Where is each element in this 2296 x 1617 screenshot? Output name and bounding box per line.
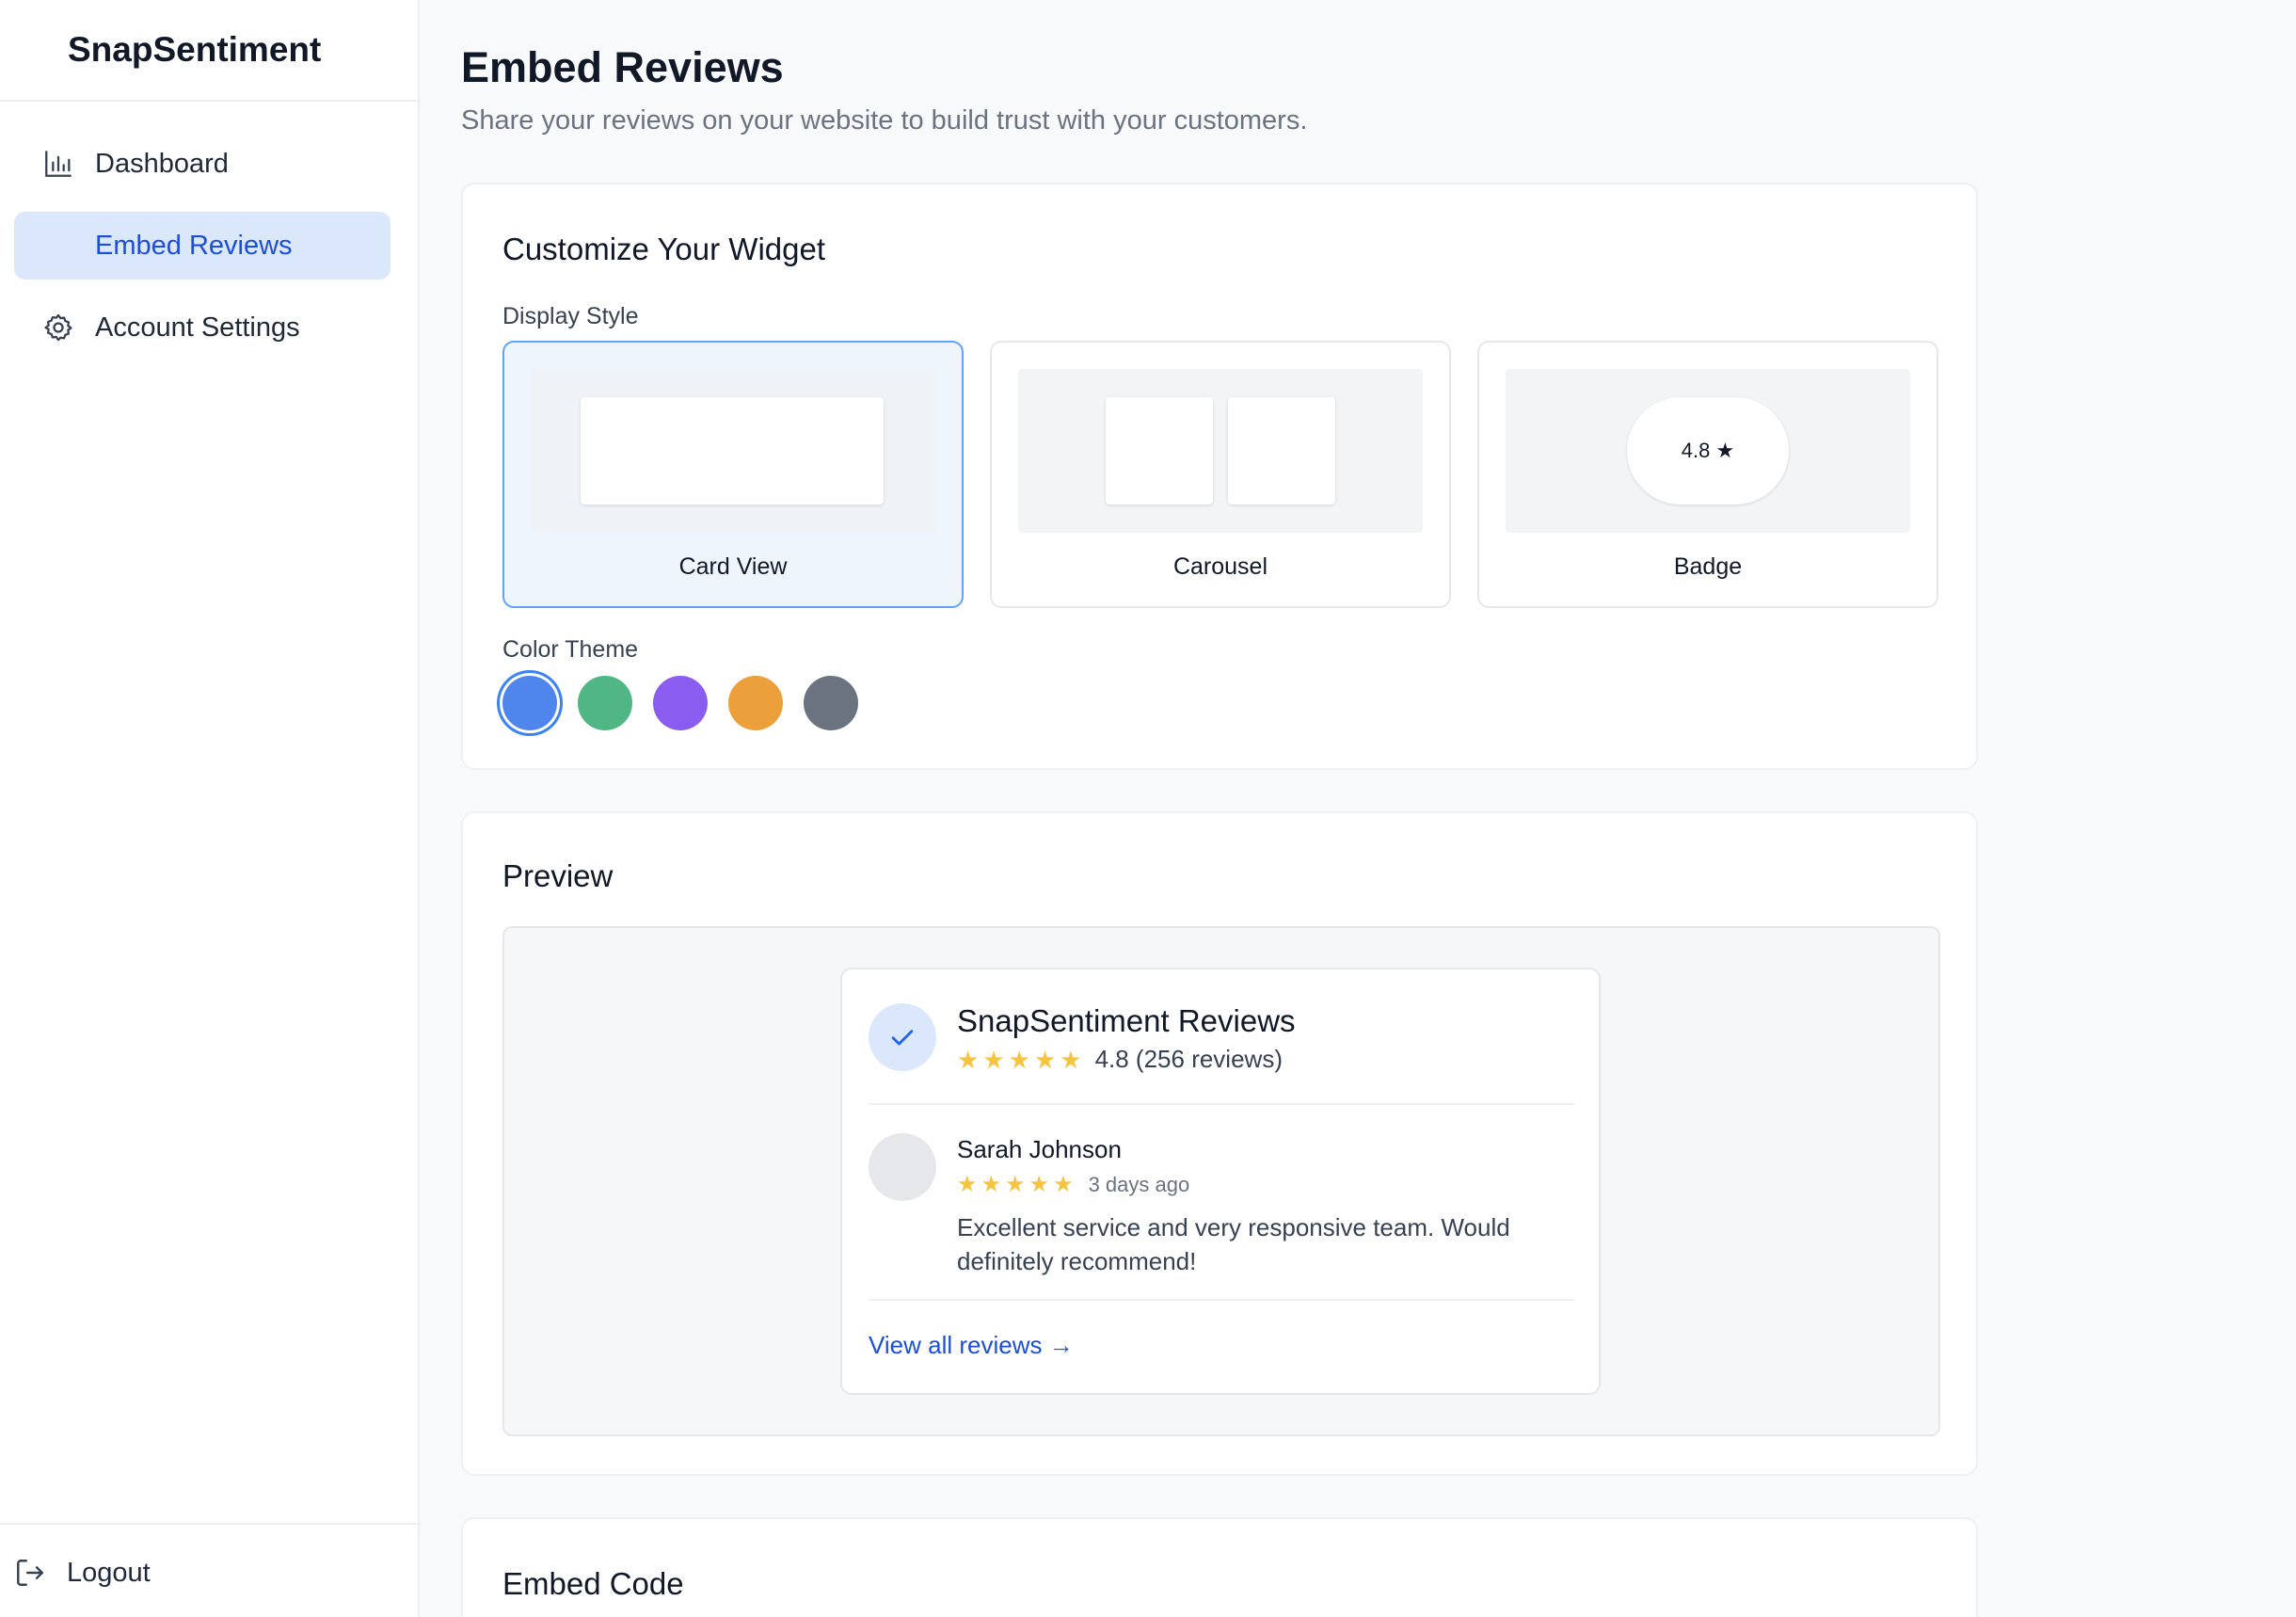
sidebar-item-label: Dashboard <box>95 148 229 179</box>
review-meta: ★ ★ ★ ★ ★ 3 days ago <box>957 1173 1189 1197</box>
badge-thumbnail: 4.8 ★ <box>1506 369 1910 533</box>
style-option-card-view[interactable]: Card View <box>502 341 964 608</box>
verified-badge <box>869 1003 936 1071</box>
color-swatch-orange[interactable] <box>728 676 783 730</box>
logout-button[interactable]: Logout <box>14 1557 151 1589</box>
color-swatch-blue[interactable] <box>502 676 557 730</box>
star-icon: ★ <box>957 1172 978 1197</box>
reviewer-name: Sarah Johnson <box>957 1135 1122 1163</box>
thumbnail-card <box>1228 397 1335 504</box>
color-theme-label: Color Theme <box>502 636 639 663</box>
style-option-label: Badge <box>1673 553 1743 580</box>
color-swatch-green[interactable] <box>578 676 632 730</box>
widget-title: SnapSentiment Reviews <box>957 1003 1296 1038</box>
overall-rating: ★ ★ ★ ★ ★ 4.8 (256 reviews) <box>957 1045 1283 1074</box>
customize-widget-card: Customize Your Widget Display Style Card… <box>461 183 1978 770</box>
preview-card: Preview SnapSentiment Reviews ★ ★ ★ ★ ★ 4.8 … <box>461 811 1978 1476</box>
star-icon: ★ <box>1008 1045 1030 1074</box>
style-option-carousel[interactable]: Carousel <box>990 341 1451 608</box>
color-swatches <box>502 676 858 730</box>
thumbnail-card <box>581 397 884 504</box>
star-icon: ★ <box>982 1045 1005 1074</box>
star-icon: ★ <box>1053 1172 1074 1197</box>
page-subtitle: Share your reviews on your website to bu… <box>461 105 1308 136</box>
star-rating: ★ ★ ★ ★ ★ <box>957 1174 1074 1196</box>
star-icon: ★ <box>1028 1172 1050 1197</box>
star-icon: ★ <box>1060 1045 1082 1074</box>
review-text: Excellent service and very responsive te… <box>957 1213 1510 1275</box>
page-title: Embed Reviews <box>461 43 784 91</box>
sidebar-item-label: Account Settings <box>95 312 300 343</box>
rating-summary: 4.8 (256 reviews) <box>1094 1045 1283 1073</box>
star-icon: ★ <box>957 1045 980 1074</box>
style-option-label: Card View <box>678 553 788 580</box>
carousel-thumbnail <box>1018 369 1423 533</box>
card-view-thumbnail <box>531 369 935 533</box>
display-style-label: Display Style <box>502 303 639 329</box>
embed-code-card: Embed Code <box>461 1517 1978 1617</box>
style-option-badge[interactable]: 4.8 ★ Badge <box>1477 341 1938 608</box>
customize-title: Customize Your Widget <box>502 232 826 266</box>
logout-icon <box>17 1560 43 1586</box>
avatar <box>869 1133 936 1201</box>
sidebar-item-account-settings[interactable]: Account Settings <box>14 294 391 361</box>
sidebar-nav: Dashboard Embed Reviews Account Settings <box>0 102 418 361</box>
star-rating: ★ ★ ★ ★ ★ <box>957 1048 1082 1072</box>
sidebar: SnapSentiment Dashboard Embed Reviews Ac… <box>0 0 420 1617</box>
thumbnail-card <box>1106 397 1213 504</box>
style-option-label: Carousel <box>1172 553 1268 580</box>
divider <box>869 1103 1574 1105</box>
check-icon <box>891 1030 914 1046</box>
sidebar-item-embed-reviews[interactable]: Embed Reviews <box>14 212 391 280</box>
divider <box>869 1299 1574 1301</box>
sidebar-footer: Logout <box>0 1523 420 1617</box>
preview-area: SnapSentiment Reviews ★ ★ ★ ★ ★ 4.8 (256 rev… <box>502 926 1940 1436</box>
review-widget: SnapSentiment Reviews ★ ★ ★ ★ ★ 4.8 (256 rev… <box>840 968 1601 1395</box>
logout-label: Logout <box>67 1557 151 1588</box>
review-date: 3 days ago <box>1088 1173 1190 1196</box>
color-swatch-purple[interactable] <box>653 676 708 730</box>
color-swatch-gray[interactable] <box>804 676 858 730</box>
view-all-reviews-link[interactable]: View all reviews → <box>869 1331 1074 1360</box>
sidebar-item-dashboard[interactable]: Dashboard <box>14 130 391 198</box>
star-icon: ★ <box>981 1172 1002 1197</box>
embed-code-title: Embed Code <box>502 1566 684 1601</box>
gear-icon <box>44 313 72 342</box>
star-icon: ★ <box>1033 1045 1057 1074</box>
preview-title: Preview <box>502 858 614 893</box>
bar-chart-icon <box>45 151 72 177</box>
star-icon: ★ <box>1005 1172 1026 1197</box>
brand-logo[interactable]: SnapSentiment <box>0 0 418 102</box>
sidebar-item-label: Embed Reviews <box>95 230 293 261</box>
badge-pill: 4.8 ★ <box>1627 397 1789 504</box>
